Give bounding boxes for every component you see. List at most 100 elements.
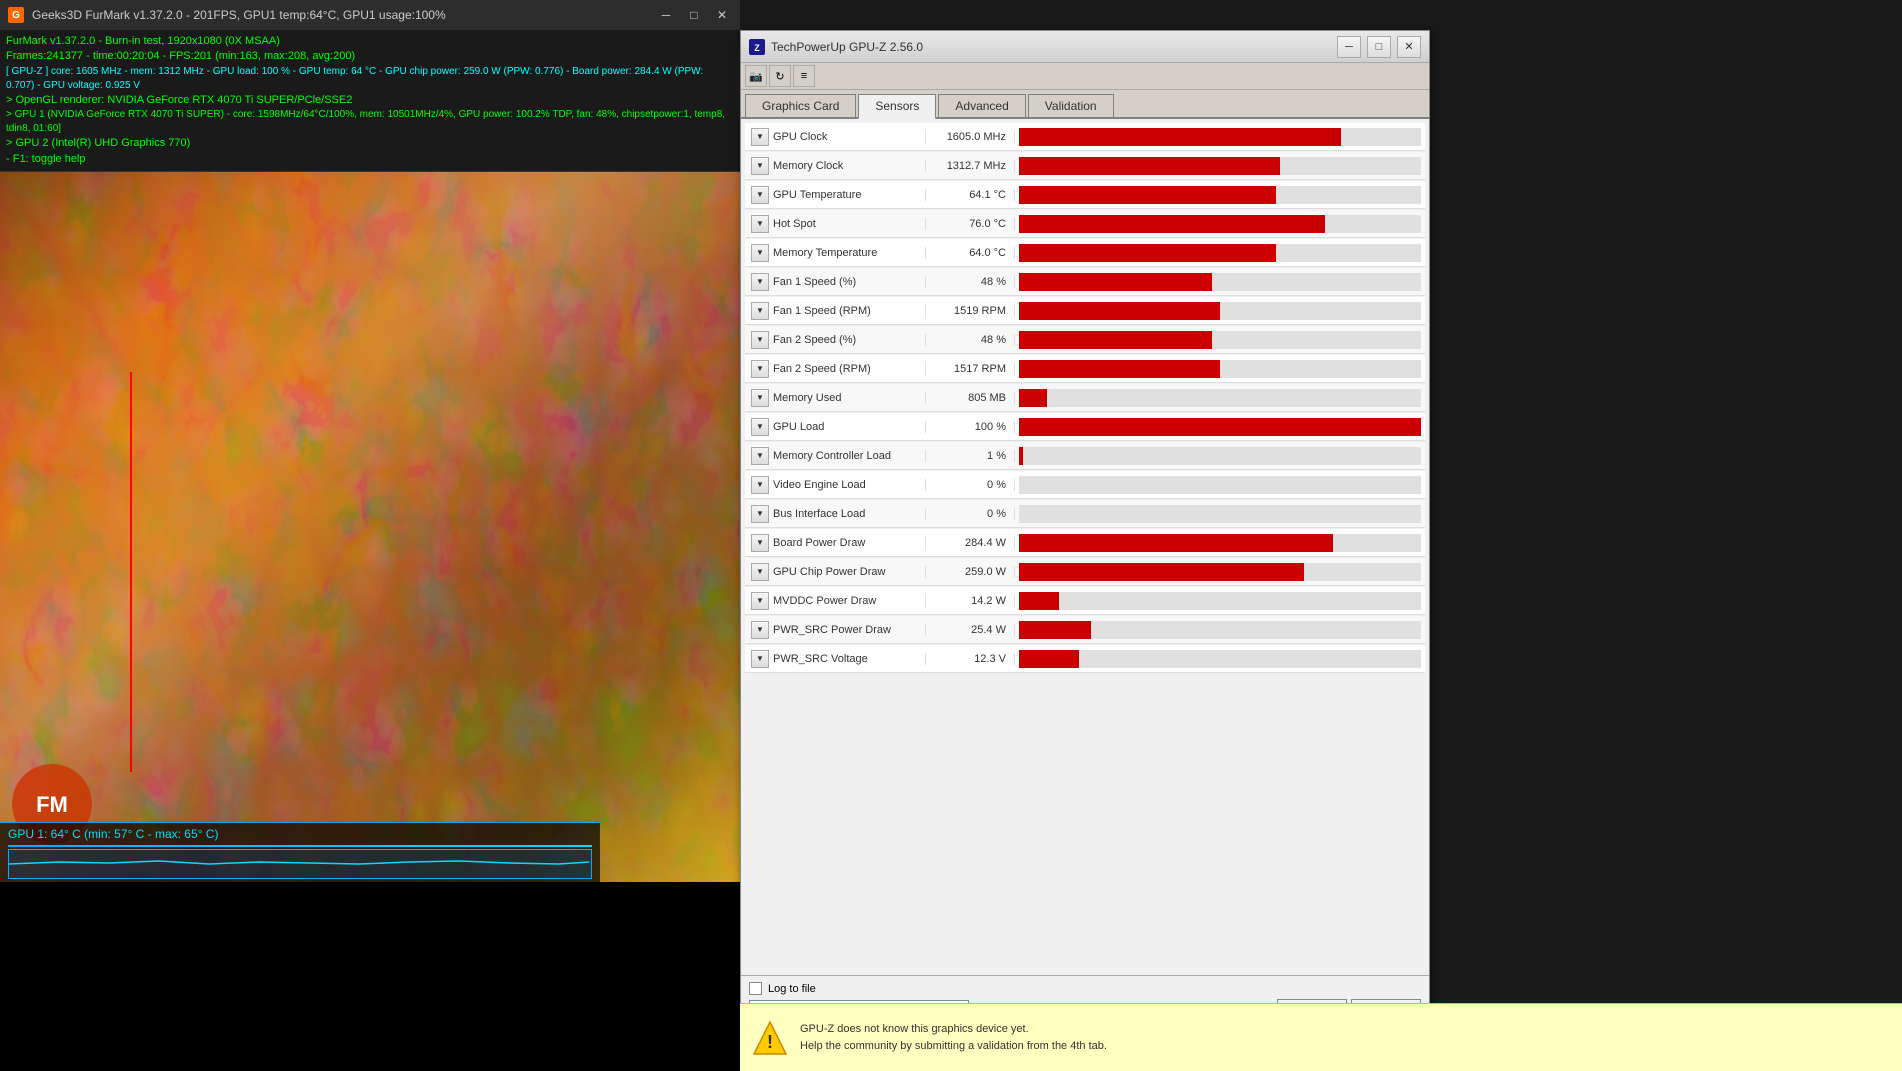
sensor-value-2: 64.1 °C <box>925 189 1015 201</box>
sensor-name: ▼ Board Power Draw <box>745 534 925 552</box>
furmark-icon: G <box>8 7 24 23</box>
sensor-row: ▼ MVDDC Power Draw 14.2 W <box>745 587 1425 615</box>
gpuz-window: Z TechPowerUp GPU-Z 2.56.0 ─ □ ✕ 📷 ↻ ≡ G… <box>740 30 1430 1030</box>
furmark-info-line-4: > OpenGL renderer: NVIDIA GeForce RTX 40… <box>6 93 734 108</box>
gpuz-maximize-button[interactable]: □ <box>1367 36 1391 58</box>
sensor-dropdown-16[interactable]: ▼ <box>751 592 769 610</box>
gpu-temp-graph <box>8 849 592 879</box>
sensor-row: ▼ Memory Temperature 64.0 °C <box>745 239 1425 267</box>
tab-advanced[interactable]: Advanced <box>938 94 1025 117</box>
log-checkbox[interactable] <box>749 982 762 995</box>
furmark-title: Geeks3D FurMark v1.37.2.0 - 201FPS, GPU1… <box>32 8 648 22</box>
sensor-dropdown-15[interactable]: ▼ <box>751 563 769 581</box>
gpuz-titlebar: Z TechPowerUp GPU-Z 2.56.0 ─ □ ✕ <box>741 31 1429 63</box>
sensor-dropdown-2[interactable]: ▼ <box>751 186 769 204</box>
sensor-bar-container-8 <box>1019 360 1421 378</box>
sensor-row: ▼ Hot Spot 76.0 °C <box>745 210 1425 238</box>
sensor-dropdown-14[interactable]: ▼ <box>751 534 769 552</box>
sensor-bar-7 <box>1019 331 1212 349</box>
furmark-info-line-6: > GPU 2 (Intel(R) UHD Graphics 770) <box>6 136 734 151</box>
svg-text:FM: FM <box>36 792 68 817</box>
sensor-row: ▼ Memory Used 805 MB <box>745 384 1425 412</box>
warning-text: GPU-Z does not know this graphics device… <box>800 1021 1107 1054</box>
sensor-bar-container-13 <box>1019 505 1421 523</box>
sensor-bar-container-6 <box>1019 302 1421 320</box>
gpuz-title: TechPowerUp GPU-Z 2.56.0 <box>771 40 1331 54</box>
sensor-bar-container-5 <box>1019 273 1421 291</box>
tab-validation[interactable]: Validation <box>1028 94 1114 117</box>
close-button[interactable]: ✕ <box>712 5 732 25</box>
minimize-button[interactable]: ─ <box>656 5 676 25</box>
sensor-bar-1 <box>1019 157 1280 175</box>
maximize-button[interactable]: □ <box>684 5 704 25</box>
sensor-bar-11 <box>1019 447 1023 465</box>
sensor-value-9: 805 MB <box>925 392 1015 404</box>
sensor-row: ▼ Board Power Draw 284.4 W <box>745 529 1425 557</box>
sensor-bar-17 <box>1019 621 1091 639</box>
sensor-bar-16 <box>1019 592 1059 610</box>
sensor-dropdown-12[interactable]: ▼ <box>751 476 769 494</box>
sensor-dropdown-6[interactable]: ▼ <box>751 302 769 320</box>
tab-sensors[interactable]: Sensors <box>858 94 936 119</box>
sensor-bar-container-15 <box>1019 563 1421 581</box>
furmark-info-line-2: Frames:241377 - time:00:20:04 - FPS:201 … <box>6 49 734 64</box>
menu-button[interactable]: ≡ <box>793 65 815 87</box>
sensor-value-14: 284.4 W <box>925 537 1015 549</box>
sensor-bar-container-14 <box>1019 534 1421 552</box>
sensor-bar-0 <box>1019 128 1341 146</box>
sensor-row: ▼ GPU Chip Power Draw 259.0 W <box>745 558 1425 586</box>
sensor-name: ▼ Memory Used <box>745 389 925 407</box>
sensor-value-0: 1605.0 MHz <box>925 131 1015 143</box>
sensor-dropdown-9[interactable]: ▼ <box>751 389 769 407</box>
sensor-row: ▼ PWR_SRC Voltage 12.3 V <box>745 645 1425 673</box>
sensor-value-12: 0 % <box>925 479 1015 491</box>
sensor-value-3: 76.0 °C <box>925 218 1015 230</box>
sensor-bar-container-12 <box>1019 476 1421 494</box>
sensor-dropdown-7[interactable]: ▼ <box>751 331 769 349</box>
sensor-bar-3 <box>1019 215 1325 233</box>
sensor-dropdown-0[interactable]: ▼ <box>751 128 769 146</box>
sensor-row: ▼ Memory Clock 1312.7 MHz <box>745 152 1425 180</box>
log-row: Log to file <box>749 982 1421 995</box>
sensor-row: ▼ Fan 1 Speed (RPM) 1519 RPM <box>745 297 1425 325</box>
sensor-name: ▼ GPU Chip Power Draw <box>745 563 925 581</box>
svg-text:Z: Z <box>754 43 760 53</box>
svg-text:!: ! <box>767 1032 773 1052</box>
sensor-dropdown-10[interactable]: ▼ <box>751 418 769 436</box>
sensor-dropdown-17[interactable]: ▼ <box>751 621 769 639</box>
sensor-name: ▼ PWR_SRC Voltage <box>745 650 925 668</box>
sensor-value-18: 12.3 V <box>925 653 1015 665</box>
sensor-row: ▼ Video Engine Load 0 % <box>745 471 1425 499</box>
sensor-name: ▼ Memory Controller Load <box>745 447 925 465</box>
sensor-value-7: 48 % <box>925 334 1015 346</box>
furmark-info-line-3: [ GPU-Z ] core: 1605 MHz - mem: 1312 MHz… <box>6 65 734 93</box>
sensor-dropdown-5[interactable]: ▼ <box>751 273 769 291</box>
refresh-button[interactable]: ↻ <box>769 65 791 87</box>
sensor-value-6: 1519 RPM <box>925 305 1015 317</box>
sensor-value-13: 0 % <box>925 508 1015 520</box>
sensor-bar-8 <box>1019 360 1220 378</box>
tab-graphics-card[interactable]: Graphics Card <box>745 94 856 117</box>
sensor-dropdown-11[interactable]: ▼ <box>751 447 769 465</box>
sensor-bar-2 <box>1019 186 1276 204</box>
sensor-bar-container-0 <box>1019 128 1421 146</box>
sensor-name: ▼ GPU Clock <box>745 128 925 146</box>
furmark-window: G Geeks3D FurMark v1.37.2.0 - 201FPS, GP… <box>0 0 740 1071</box>
sensor-dropdown-1[interactable]: ▼ <box>751 157 769 175</box>
sensor-bar-container-11 <box>1019 447 1421 465</box>
sensor-bar-container-4 <box>1019 244 1421 262</box>
sensor-dropdown-18[interactable]: ▼ <box>751 650 769 668</box>
sensor-name: ▼ Bus Interface Load <box>745 505 925 523</box>
sensor-bar-container-18 <box>1019 650 1421 668</box>
sensor-bar-10 <box>1019 418 1421 436</box>
sensor-value-4: 64.0 °C <box>925 247 1015 259</box>
gpuz-close-button[interactable]: ✕ <box>1397 36 1421 58</box>
sensor-dropdown-8[interactable]: ▼ <box>751 360 769 378</box>
sensor-dropdown-4[interactable]: ▼ <box>751 244 769 262</box>
sensor-dropdown-13[interactable]: ▼ <box>751 505 769 523</box>
gpuz-tabs: Graphics Card Sensors Advanced Validatio… <box>741 90 1429 119</box>
sensor-dropdown-3[interactable]: ▼ <box>751 215 769 233</box>
gpuz-minimize-button[interactable]: ─ <box>1337 36 1361 58</box>
sensor-row: ▼ Fan 2 Speed (%) 48 % <box>745 326 1425 354</box>
camera-button[interactable]: 📷 <box>745 65 767 87</box>
